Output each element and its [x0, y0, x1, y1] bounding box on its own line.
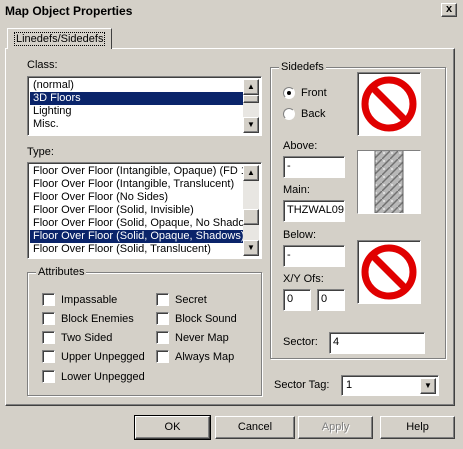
class-list-item[interactable]: Misc. — [30, 118, 243, 131]
apply-button[interactable]: Apply — [298, 416, 373, 439]
main-texture-preview[interactable] — [357, 150, 421, 214]
scroll-thumb[interactable] — [243, 95, 259, 103]
sector-tag-combo[interactable]: 1 ▼ — [341, 375, 439, 396]
scroll-thumb[interactable] — [243, 209, 259, 225]
scroll-down-icon[interactable]: ▼ — [243, 240, 259, 256]
above-label: Above: — [283, 140, 318, 152]
tab-label: Linedefs/Sidedefs — [14, 32, 106, 46]
class-label: Class: — [27, 59, 58, 71]
checkbox-never-map[interactable]: Never Map — [156, 331, 229, 344]
chevron-down-icon[interactable]: ▼ — [420, 378, 436, 394]
checkbox-two-sided[interactable]: Two Sided — [42, 331, 112, 344]
checkbox-lower-unpegged[interactable]: Lower Unpegged — [42, 370, 145, 383]
offset-label: X/Y Ofs: — [283, 273, 324, 285]
window-title: Map Object Properties — [5, 4, 133, 18]
above-texture-preview[interactable] — [357, 72, 421, 136]
y-offset-field[interactable]: 0 — [317, 289, 345, 311]
help-button[interactable]: Help — [380, 416, 455, 439]
checkbox-secret[interactable]: Secret — [156, 293, 207, 306]
type-scrollbar[interactable]: ▲ ▼ — [243, 165, 259, 256]
type-list-item[interactable]: Floor Over Floor (Intangible, Opaque) (F… — [30, 165, 243, 178]
below-texture-preview[interactable] — [357, 240, 421, 304]
attributes-group: Attributes Impassable Block Enemies Two … — [27, 266, 262, 396]
above-texture-field[interactable]: - — [283, 156, 345, 178]
main-label: Main: — [283, 184, 310, 196]
ok-button[interactable]: OK — [134, 415, 211, 440]
checkbox-block-sound[interactable]: Block Sound — [156, 312, 237, 325]
title-bar[interactable]: Map Object Properties x — [0, 0, 463, 21]
x-offset-field[interactable]: 0 — [283, 289, 311, 311]
radio-back[interactable]: Back — [283, 108, 325, 120]
sector-field[interactable]: 4 — [329, 332, 425, 354]
no-texture-icon — [361, 244, 417, 300]
sidedefs-title: Sidedefs — [279, 61, 326, 73]
no-texture-icon — [361, 76, 417, 132]
scroll-up-icon[interactable]: ▲ — [243, 165, 259, 181]
close-button[interactable]: x — [441, 3, 457, 17]
tab-linedefs-sidedefs[interactable]: Linedefs/Sidedefs — [7, 28, 112, 49]
sector-label: Sector: — [283, 336, 318, 348]
type-list-item[interactable]: Floor Over Floor (Solid, Opaque, No Shad… — [30, 217, 243, 230]
scroll-down-icon[interactable]: ▼ — [243, 117, 259, 133]
cancel-button[interactable]: Cancel — [215, 416, 295, 439]
type-list-item[interactable]: Floor Over Floor (Solid, Translucent) — [30, 243, 243, 256]
texture-preview-icon — [358, 151, 420, 213]
tab-panel: Class: (normal) 3D Floors Lighting Misc. ▲ … — [5, 48, 455, 406]
checkbox-block-enemies[interactable]: Block Enemies — [42, 312, 134, 325]
scroll-up-icon[interactable]: ▲ — [243, 79, 259, 95]
class-list-item[interactable]: 3D Floors — [30, 92, 243, 105]
type-list-item[interactable]: Floor Over Floor (Solid, Invisible) — [30, 204, 243, 217]
below-texture-field[interactable]: - — [283, 245, 345, 267]
type-list-item[interactable]: Floor Over Floor (Solid, Opaque, Shadows… — [30, 230, 243, 243]
type-list-item[interactable]: Floor Over Floor (Intangible, Translucen… — [30, 178, 243, 191]
main-texture-field[interactable]: THZWAL09 — [283, 200, 345, 222]
type-label: Type: — [27, 146, 54, 158]
attributes-title: Attributes — [36, 266, 87, 278]
class-list-item[interactable]: (normal) — [30, 79, 243, 92]
checkbox-impassable[interactable]: Impassable — [42, 293, 117, 306]
checkbox-upper-unpegged[interactable]: Upper Unpegged — [42, 350, 145, 363]
sidedefs-group: Sidedefs Front Back Above: - Main: THZWA… — [270, 61, 446, 359]
type-listbox[interactable]: Floor Over Floor (Intangible, Opaque) (F… — [27, 162, 262, 259]
sector-tag-label: Sector Tag: — [274, 379, 330, 391]
sector-tag-value: 1 — [346, 379, 353, 391]
below-label: Below: — [283, 229, 317, 241]
dialog-window: Map Object Properties x Linedefs/Sidedef… — [0, 0, 463, 449]
class-scrollbar[interactable]: ▲ ▼ — [243, 79, 259, 133]
class-listbox[interactable]: (normal) 3D Floors Lighting Misc. ▲ ▼ — [27, 76, 262, 136]
radio-front[interactable]: Front — [283, 87, 327, 99]
class-list-item[interactable]: Lighting — [30, 105, 243, 118]
type-list-item[interactable]: Floor Over Floor (No Sides) — [30, 191, 243, 204]
checkbox-always-map[interactable]: Always Map — [156, 350, 234, 363]
